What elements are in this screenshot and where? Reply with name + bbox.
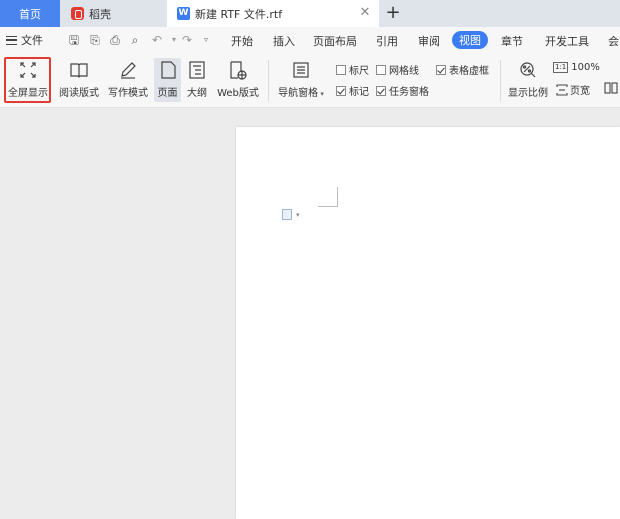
table-gridlines-checkbox-box[interactable] [436,64,446,75]
ribbon-divider [500,60,501,102]
web-layout-button[interactable]: Web版式 [215,60,261,99]
navigation-pane-button[interactable]: 导航窗格 ▾ [275,60,327,99]
book-icon [70,63,88,78]
tab-docer-label: 稻壳 [89,7,111,21]
reading-layout-label: 阅读版式 [59,88,99,99]
ruler-checkbox[interactable]: 标尺 [336,62,369,77]
page-width-button[interactable]: 页宽 [556,82,590,97]
table-gridlines-label: 表格虚框 [449,66,489,77]
ruler-label: 标尺 [349,66,369,77]
menu-insert[interactable]: 插入 [273,33,295,49]
zoom-value: 100% [571,62,600,73]
navigation-pane-icon [293,62,309,78]
file-menu-label: 文件 [21,34,43,47]
writing-mode-label: 写作模式 [108,88,148,99]
ruler-checkbox-box[interactable] [336,64,346,75]
zoom-100-button[interactable]: 1:1 100% [553,62,600,73]
table-gridlines-checkbox[interactable]: 表格虚框 [436,62,489,77]
page-view-label: 页面 [157,88,178,99]
margin-corner-mark [318,187,338,207]
task-pane-label: 任务窗格 [389,87,429,98]
redo-icon[interactable]: ↷ [179,32,195,48]
print-preview-icon[interactable]: ⌕ [127,32,143,48]
menu-start[interactable]: 开始 [231,33,253,49]
outline-label: 大纲 [187,88,207,99]
file-menu[interactable]: 文件 [6,32,43,48]
zoom-icon [520,62,536,78]
tab-document-label: 新建 RTF 文件.rtf [195,7,283,21]
menu-page-layout[interactable]: 页面布局 [313,33,357,49]
export-icon[interactable]: ⎘ [87,32,103,48]
menu-references[interactable]: 引用 [376,33,398,49]
menu-bar: 文件 🖫 ⎘ ⎙ ⌕ ↶ ▾ ↷ ▿ 开始 插入 页面布局 引用 审阅 视图 章… [0,27,620,53]
zoom-label: 显示比例 [508,88,548,99]
web-layout-label: Web版式 [217,88,259,99]
multi-page-icon[interactable] [604,82,618,94]
task-pane-checkbox[interactable]: 任务窗格 [376,83,429,98]
menu-section[interactable]: 章节 [501,33,523,49]
tab-docer[interactable]: 稻壳 [61,0,166,27]
new-tab-button[interactable]: + [383,2,403,24]
outline-button[interactable]: 大纲 [185,60,209,99]
docer-logo-icon [71,7,84,20]
ribbon-divider [268,60,269,102]
save-icon[interactable]: 🖫 [66,32,82,48]
document-page[interactable] [236,127,620,519]
marks-checkbox-box[interactable] [336,85,346,96]
paragraph-marker-dropdown-icon[interactable]: ▾ [296,211,300,219]
marks-checkbox[interactable]: 标记 [336,83,369,98]
web-page-icon [230,61,247,80]
hamburger-icon [6,35,17,45]
zoom-button[interactable]: 显示比例 [507,60,549,99]
navigation-pane-label: 导航窗格 ▾ [278,88,324,99]
one-to-one-icon: 1:1 [553,62,569,73]
fullscreen-highlight [4,57,51,103]
tab-home-label: 首页 [19,7,41,21]
pen-icon [121,62,136,79]
print-icon[interactable]: ⎙ [107,32,123,48]
reading-layout-button[interactable]: 阅读版式 [58,60,100,99]
page-width-icon [556,83,568,96]
gridlines-label: 网格线 [389,66,419,77]
outline-icon [189,61,205,79]
menu-view[interactable]: 视图 [452,31,488,49]
task-pane-checkbox-box[interactable] [376,85,386,96]
menu-developer[interactable]: 开发工具 [545,33,589,49]
multi-page-glyph [604,82,618,94]
tab-home[interactable]: 首页 [0,0,60,27]
tab-bar: 首页 稻壳 W 新建 RTF 文件.rtf ✕ + [0,0,620,27]
undo-icon[interactable]: ↶ [149,32,165,48]
page-view-button[interactable]: 页面 [154,58,181,102]
page-icon [160,61,176,79]
page-width-label: 页宽 [570,86,590,97]
gridlines-checkbox[interactable]: 网格线 [376,62,419,77]
tab-document[interactable]: W 新建 RTF 文件.rtf ✕ [167,0,379,27]
writing-mode-button[interactable]: 写作模式 [107,60,149,99]
quick-access-dropdown-icon[interactable]: ▿ [198,32,214,48]
menu-more[interactable]: 会 [608,33,619,49]
menu-review[interactable]: 审阅 [418,33,440,49]
close-tab-icon[interactable]: ✕ [357,5,373,21]
marks-label: 标记 [349,87,369,98]
paragraph-marker-icon[interactable] [282,209,292,220]
gridlines-checkbox-box[interactable] [376,64,386,75]
writer-logo-icon: W [177,7,190,20]
